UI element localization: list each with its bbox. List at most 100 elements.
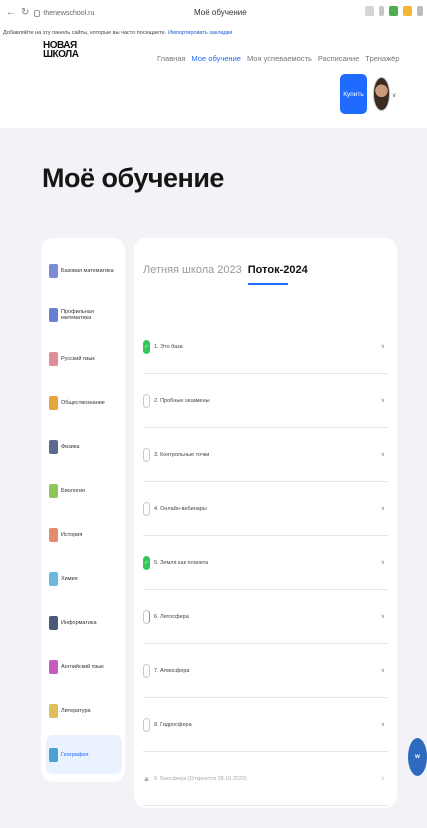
course-card: Летняя школа 2023 Поток-2024 ✓ 1. Это баз…	[134, 238, 397, 808]
sidebar-item-subject[interactable]: Физика	[46, 427, 122, 466]
bookmarks-hint: Добавляйте на эту панель сайты, которые …	[3, 30, 167, 36]
chevron-down-icon[interactable]: ∨	[381, 667, 385, 674]
module-row[interactable]: 8. Гидросфера ∨	[143, 698, 388, 752]
module-row[interactable]: ✓ 5. Земля как планета ∨	[143, 536, 388, 590]
check-icon: ✓	[143, 555, 150, 570]
tab-stream-2024[interactable]: Поток-2024	[247, 264, 308, 285]
address-bar[interactable]: thenewschool.ru	[34, 9, 95, 17]
tab-summer-school[interactable]: Летняя школа 2023	[143, 264, 242, 276]
reading-list-icon[interactable]	[379, 6, 384, 16]
sidebar-item-subject[interactable]: География	[46, 735, 122, 774]
subject-icon	[49, 439, 58, 454]
sidebar-item-subject[interactable]: Обществознание	[46, 383, 122, 422]
bookmark-icon[interactable]	[365, 6, 374, 16]
nav-my-learning[interactable]: Мое обучение	[192, 54, 241, 63]
import-bookmarks-link[interactable]: Импортировать закладки	[168, 30, 232, 36]
chevron-down-icon[interactable]: ∨	[392, 92, 396, 99]
lock-icon	[34, 9, 41, 17]
sidebar-item-label: Биология	[61, 487, 86, 494]
sidebar-item-label: Литература	[61, 707, 91, 714]
top-nav: Главная Мое обучение Моя успеваемость Ра…	[157, 54, 399, 63]
buy-button[interactable]: Купить	[340, 74, 367, 114]
back-icon[interactable]: ←	[6, 8, 16, 18]
sidebar-item-subject[interactable]: Английский язык	[46, 647, 122, 686]
reload-icon[interactable]: ↻	[21, 8, 29, 18]
module-title: 7. Атмосфера	[154, 667, 190, 674]
avatar[interactable]	[373, 77, 390, 111]
module-title: 1. Это база	[154, 343, 183, 350]
chevron-down-icon[interactable]: ∨	[381, 775, 385, 782]
chevron-down-icon[interactable]: ∨	[381, 613, 385, 620]
empty-circle-icon	[143, 663, 150, 678]
lock-icon: 🔒︎	[144, 773, 149, 783]
progress-ring-icon	[143, 609, 150, 624]
module-row[interactable]: 7. Атмосфера ∨	[143, 644, 388, 698]
browser-extensions	[365, 6, 423, 16]
module-title: 5. Земля как планета	[154, 559, 209, 566]
sidebar-item-subject[interactable]: Химия	[46, 559, 122, 598]
sidebar-item-subject[interactable]: Информатика	[46, 603, 122, 642]
subject-icon	[49, 659, 58, 674]
extension-icon[interactable]	[403, 6, 412, 16]
empty-circle-icon	[143, 393, 150, 408]
sidebar-item-subject[interactable]: Русский язык	[46, 339, 122, 378]
chevron-down-icon[interactable]: ∨	[381, 397, 385, 404]
nav-progress[interactable]: Моя успеваемость	[247, 54, 312, 63]
chevron-down-icon[interactable]: ∨	[381, 721, 385, 728]
subject-icon	[49, 703, 58, 718]
browser-tab-title: Моё обучение	[194, 8, 247, 17]
nav-home[interactable]: Главная	[157, 54, 186, 63]
chevron-down-icon[interactable]: ∨	[381, 559, 385, 566]
sidebar-item-subject[interactable]: Литература	[46, 691, 122, 730]
sidebar-item-label: Английский язык	[61, 663, 104, 670]
site-logo[interactable]: НОВАЯ ШКОЛА	[43, 41, 83, 60]
browser-chrome: ← ↻ thenewschool.ru Моё обучение Добавля…	[0, 0, 427, 40]
sidebar-item-label: География	[61, 751, 89, 758]
sidebar-item-label: Профильная математика	[61, 308, 94, 321]
module-row[interactable]: 6. Литосфера ∨	[143, 590, 388, 644]
sidebar-item-subject[interactable]: Профильная математика	[46, 295, 122, 334]
chevron-down-icon[interactable]: ∨	[381, 451, 385, 458]
subject-icon	[49, 571, 58, 586]
sidebar-item-subject[interactable]: История	[46, 515, 122, 554]
module-title: 3. Контрольные точки	[154, 451, 210, 458]
extension-icon[interactable]	[389, 6, 398, 16]
bookmarks-bar: Добавляйте на эту панель сайты, которые …	[0, 26, 427, 40]
chevron-down-icon[interactable]: ∨	[381, 505, 385, 512]
subject-icon	[49, 483, 58, 498]
nav-schedule[interactable]: Расписание	[318, 54, 359, 63]
module-row[interactable]: 3. Контрольные точки ∨	[143, 428, 388, 482]
module-title: 9. Биосфера (Откроется 28.10.2023)	[154, 775, 247, 782]
sidebar-item-label: История	[61, 531, 83, 538]
sidebar-item-label: Физика	[61, 443, 80, 450]
sidebar-item-label: Обществознание	[61, 399, 105, 406]
empty-circle-icon	[143, 717, 150, 732]
menu-icon[interactable]	[417, 6, 423, 16]
module-title: 2. Пробные экзамены	[154, 397, 210, 404]
module-row[interactable]: 4. Онлайн-вебинары ∨	[143, 482, 388, 536]
sidebar-item-label: Русский язык	[61, 355, 95, 362]
subject-icon	[49, 747, 58, 762]
empty-circle-icon	[143, 447, 150, 462]
module-row[interactable]: 2. Пробные экзамены ∨	[143, 374, 388, 428]
address-bar-url: thenewschool.ru	[43, 9, 95, 17]
sidebar-item-label: Базовая математика	[61, 267, 114, 274]
check-icon: ✓	[143, 339, 150, 354]
module-title: 8. Гидросфера	[154, 721, 192, 728]
module-row[interactable]: 🔒︎10. Взаимосвязь геосфер (Откроется 21.…	[143, 806, 388, 808]
subject-icon	[49, 615, 58, 630]
subject-icon	[49, 307, 58, 322]
module-row[interactable]: 🔒︎ 9. Биосфера (Откроется 28.10.2023) ∨	[143, 752, 388, 806]
vk-icon[interactable]: ʷ	[408, 738, 427, 776]
module-row[interactable]: ✓ 1. Это база ∨	[143, 320, 388, 374]
sidebar-item-subject[interactable]: Базовая математика	[46, 251, 122, 290]
subject-icon	[49, 395, 58, 410]
sidebar-item-label: Информатика	[61, 619, 97, 626]
subject-icon	[49, 527, 58, 542]
course-tabs: Летняя школа 2023 Поток-2024	[143, 264, 308, 285]
nav-trainer[interactable]: Тренажёр	[365, 54, 399, 63]
empty-circle-icon	[143, 501, 150, 516]
sidebar-item-subject[interactable]: Биология	[46, 471, 122, 510]
subject-icon	[49, 351, 58, 366]
chevron-down-icon[interactable]: ∨	[381, 343, 385, 350]
